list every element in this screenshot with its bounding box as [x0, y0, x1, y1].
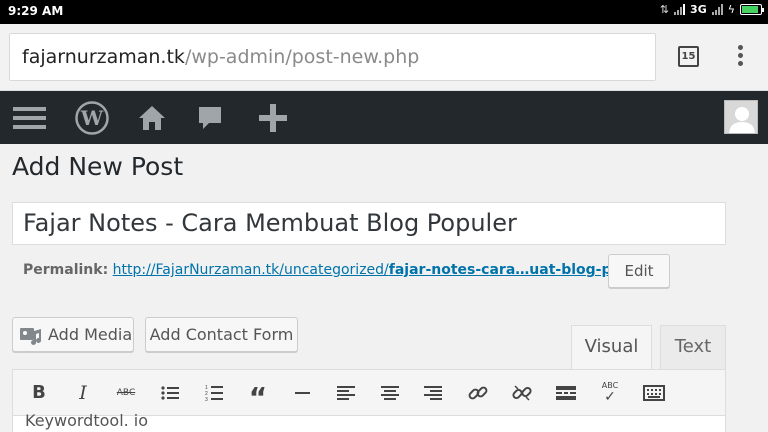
add-media-label: Add Media	[48, 325, 133, 344]
numbered-list-icon: 123	[205, 385, 223, 402]
status-icons: ⇅ 3G ϟ	[659, 3, 764, 16]
read-more-button[interactable]	[549, 370, 583, 415]
menu-icon[interactable]	[10, 91, 48, 144]
insert-link-button[interactable]	[461, 370, 495, 415]
edit-permalink-button[interactable]: Edit	[608, 254, 670, 288]
bold-icon: B	[32, 382, 46, 403]
italic-button[interactable]: I	[66, 370, 100, 415]
align-center-button[interactable]	[373, 370, 407, 415]
user-avatar-icon[interactable]	[724, 100, 758, 134]
align-left-button[interactable]	[329, 370, 363, 415]
screen: 9:29 AM ⇅ 3G ϟ fajarnurzaman.tk/wp-admin…	[0, 0, 768, 432]
remove-link-button[interactable]	[505, 370, 539, 415]
spellcheck-button[interactable]: ABC ✓	[593, 370, 627, 415]
browser-menu-icon[interactable]	[735, 45, 745, 71]
spellcheck-icon: ABC ✓	[601, 381, 619, 405]
bulleted-list-icon	[161, 385, 179, 400]
signal-strength-2-icon	[711, 4, 723, 15]
network-type: 3G	[690, 3, 707, 16]
permalink-row: Permalink: http://FajarNurzaman.tk/uncat…	[23, 262, 667, 278]
editor-content-area[interactable]: Keywordtool. io	[12, 411, 726, 432]
numbered-list-button[interactable]: 123	[197, 370, 231, 415]
signal-strength-icon	[674, 4, 686, 15]
keyboard-icon	[643, 384, 665, 401]
unlink-icon	[512, 384, 532, 401]
tab-visual[interactable]: Visual	[571, 325, 652, 369]
italic-icon: I	[79, 381, 87, 404]
browser-toolbar: fajarnurzaman.tk/wp-admin/post-new.php 1…	[0, 24, 768, 91]
align-right-icon	[424, 385, 442, 400]
editor-text-line: Keywordtool. io	[25, 411, 149, 430]
align-center-icon	[381, 385, 399, 400]
bold-button[interactable]: B	[22, 370, 56, 415]
editor-toolbar: B I ABC 123 “ ABC ✓	[12, 369, 726, 416]
toolbar-toggle-button[interactable]	[637, 370, 671, 415]
post-title-input[interactable]: Fajar Notes - Cara Membuat Blog Populer	[12, 202, 726, 245]
svg-text:3: 3	[205, 397, 208, 402]
permalink-base: http://FajarNurzaman.tk/uncategorized/	[112, 262, 389, 278]
url-path: /wp-admin/post-new.php	[184, 46, 420, 68]
tab-switcher-button[interactable]: 15	[678, 46, 699, 67]
horizontal-line-icon	[294, 391, 310, 394]
add-contact-form-button[interactable]: Add Contact Form	[145, 317, 298, 352]
blockquote-icon: “	[248, 380, 268, 414]
link-icon	[468, 386, 488, 399]
align-left-icon	[337, 385, 355, 400]
strikethrough-icon: ABC	[116, 387, 136, 398]
read-more-icon	[556, 385, 576, 400]
address-bar[interactable]: fajarnurzaman.tk/wp-admin/post-new.php	[9, 33, 656, 81]
media-icon	[20, 328, 42, 345]
status-bar: 9:29 AM ⇅ 3G ϟ	[0, 0, 768, 24]
comment-icon[interactable]	[194, 91, 226, 144]
data-transfer-icon: ⇅	[659, 3, 670, 16]
wp-admin-bar: W	[0, 91, 768, 144]
home-icon[interactable]	[135, 91, 169, 144]
permalink-link[interactable]: http://FajarNurzaman.tk/uncategorized/fa…	[113, 262, 667, 278]
svg-text:W: W	[80, 106, 104, 130]
status-time: 9:29 AM	[8, 4, 64, 18]
blockquote-button[interactable]: “	[241, 370, 275, 415]
strikethrough-button[interactable]: ABC	[109, 370, 143, 415]
bulleted-list-button[interactable]	[153, 370, 187, 415]
align-right-button[interactable]	[416, 370, 450, 415]
add-media-button[interactable]: Add Media	[12, 317, 134, 352]
battery-icon	[740, 4, 764, 15]
charging-icon: ϟ	[727, 3, 735, 16]
page-title: Add New Post	[12, 152, 184, 181]
url-host: fajarnurzaman.tk	[22, 46, 185, 68]
plus-icon[interactable]	[255, 91, 291, 144]
tab-text[interactable]: Text	[660, 325, 726, 369]
wordpress-logo-icon[interactable]: W	[72, 91, 112, 144]
horizontal-line-button[interactable]	[285, 370, 319, 415]
permalink-label: Permalink:	[23, 262, 109, 278]
